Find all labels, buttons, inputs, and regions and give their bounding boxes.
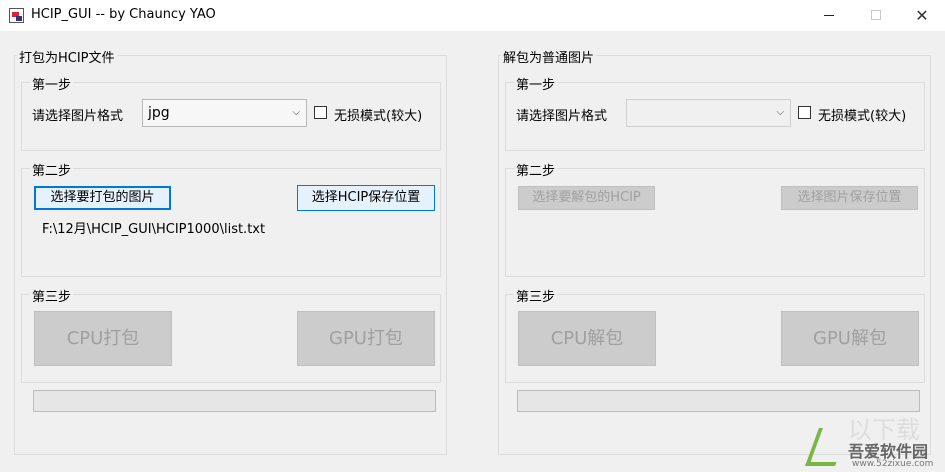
app-icon bbox=[9, 8, 24, 23]
pack-format-label: 请选择图片格式 bbox=[32, 109, 124, 124]
close-button[interactable]: ✕ bbox=[899, 0, 945, 31]
watermark-logo bbox=[805, 428, 849, 466]
pack-step3-group: 第三步 CPU打包 GPU打包 bbox=[21, 286, 441, 383]
minimize-button[interactable] bbox=[806, 0, 852, 31]
unpack-step3-group: 第三步 CPU解包 GPU解包 bbox=[505, 286, 925, 383]
window-title: HCIP_GUI -- by Chauncy YAO bbox=[31, 7, 216, 22]
unpack-panel-title: 解包为普通图片 bbox=[501, 47, 597, 66]
unpack-panel: 解包为普通图片 第一步 请选择图片格式 ⌵ 无损模式(较大) 第二步 选择要解包… bbox=[498, 47, 931, 455]
select-images-button[interactable]: 选择要打包的图片 bbox=[34, 186, 171, 210]
watermark-url: www.52zixue.com bbox=[852, 459, 934, 469]
pack-step1-title: 第一步 bbox=[30, 74, 74, 93]
unpack-step2-title: 第二步 bbox=[514, 160, 558, 179]
title-bar: HCIP_GUI -- by Chauncy YAO ✕ bbox=[0, 0, 945, 31]
select-hcip-save-button[interactable]: 选择HCIP保存位置 bbox=[297, 185, 435, 211]
maximize-button bbox=[853, 0, 899, 31]
unpack-step2-group: 第二步 选择要解包的HCIP 选择图片保存位置 bbox=[505, 160, 925, 277]
unpack-format-label: 请选择图片格式 bbox=[516, 109, 608, 124]
pack-panel-title: 打包为HCIP文件 bbox=[17, 47, 117, 66]
watermark: 以下载 吾爱软件园 www.52zixue.com bbox=[805, 410, 942, 470]
gpu-pack-button[interactable]: GPU打包 bbox=[297, 311, 435, 366]
unpack-step3-title: 第三步 bbox=[514, 286, 558, 305]
unpack-lossless-checkbox[interactable] bbox=[798, 106, 811, 119]
minimize-icon bbox=[824, 15, 834, 16]
select-hcip-button[interactable]: 选择要解包的HCIP bbox=[518, 186, 655, 210]
gpu-unpack-button[interactable]: GPU解包 bbox=[781, 311, 919, 366]
maximize-icon bbox=[871, 10, 881, 20]
unpack-lossless-label: 无损模式(较大) bbox=[818, 109, 907, 124]
pack-step1-group: 第一步 请选择图片格式 jpg ⌵ 无损模式(较大) bbox=[21, 74, 441, 151]
chevron-down-icon: ⌵ bbox=[292, 107, 300, 118]
unpack-step1-group: 第一步 请选择图片格式 ⌵ 无损模式(较大) bbox=[505, 74, 925, 151]
pack-step2-title: 第二步 bbox=[30, 160, 74, 179]
pack-format-select[interactable]: jpg ⌵ bbox=[142, 99, 307, 127]
pack-panel: 打包为HCIP文件 第一步 请选择图片格式 jpg ⌵ 无损模式(较大) 第二步… bbox=[14, 47, 447, 455]
pack-lossless-label: 无损模式(较大) bbox=[334, 109, 423, 124]
close-icon: ✕ bbox=[915, 6, 929, 25]
chevron-down-icon: ⌵ bbox=[776, 107, 784, 118]
unpack-step1-title: 第一步 bbox=[514, 74, 558, 93]
pack-step2-group: 第二步 选择要打包的图片 选择HCIP保存位置 F:\12月\HCIP_GUI\… bbox=[21, 160, 441, 277]
cpu-pack-button[interactable]: CPU打包 bbox=[34, 311, 172, 366]
select-image-save-button[interactable]: 选择图片保存位置 bbox=[781, 186, 918, 210]
pack-lossless-checkbox[interactable] bbox=[314, 106, 327, 119]
unpack-format-select[interactable]: ⌵ bbox=[626, 99, 791, 127]
pack-progress-bar bbox=[33, 390, 436, 412]
cpu-unpack-button[interactable]: CPU解包 bbox=[518, 311, 656, 366]
unpack-progress-bar bbox=[517, 390, 920, 412]
selected-path: F:\12月\HCIP_GUI\HCIP1000\list.txt bbox=[42, 222, 266, 237]
pack-format-value: jpg bbox=[148, 105, 170, 121]
pack-step3-title: 第三步 bbox=[30, 286, 74, 305]
